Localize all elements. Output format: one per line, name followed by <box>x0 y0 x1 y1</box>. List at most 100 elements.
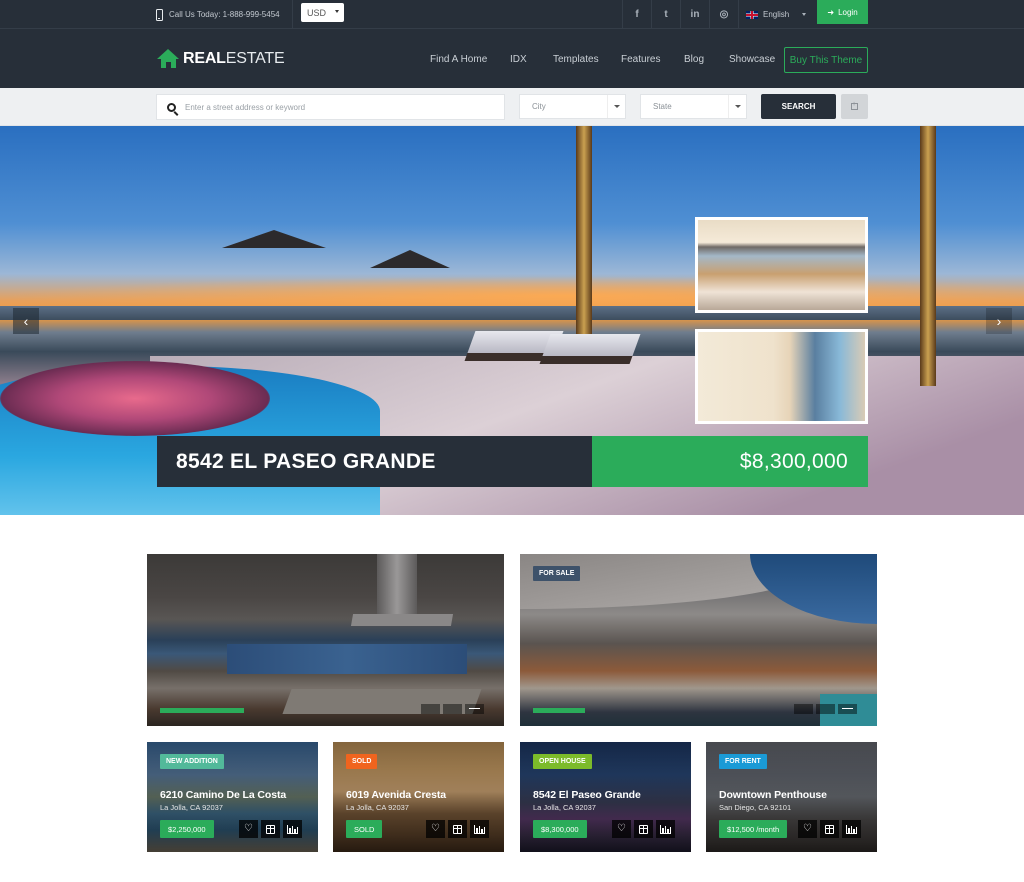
heart-icon: ♡ <box>617 823 626 834</box>
listing-card[interactable]: SOLD 6019 Avenida Cresta La Jolla, CA 92… <box>333 742 504 852</box>
slide-progress-bar <box>533 708 585 713</box>
listing-price: SOLD <box>346 820 383 838</box>
language-value: English <box>763 10 790 19</box>
compare-button[interactable] <box>261 820 280 838</box>
hero-property-title[interactable]: 8542 EL PASEO GRANDE <box>157 436 592 487</box>
slide-dot-active[interactable] <box>465 704 484 714</box>
featured-listing-card[interactable]: FOR SALE <box>520 554 877 726</box>
buy-theme-button[interactable]: Buy This Theme <box>784 47 868 73</box>
linkedin-link[interactable]: in <box>680 0 709 29</box>
plus-square-icon <box>851 101 858 110</box>
bar-chart-icon <box>846 824 857 834</box>
caret-down-icon <box>335 10 339 13</box>
compare-button[interactable] <box>634 820 653 838</box>
grid-icon <box>639 824 648 834</box>
listing-title[interactable]: 8542 El Paseo Grande <box>533 789 641 801</box>
slide-controls <box>794 704 857 714</box>
mobile-phone-icon <box>156 8 163 21</box>
search-button[interactable]: SEARCH <box>761 94 836 119</box>
favorite-button[interactable]: ♡ <box>798 820 817 838</box>
favorite-button[interactable]: ♡ <box>426 820 445 838</box>
stats-button[interactable] <box>470 820 489 838</box>
listing-actions: ♡ <box>612 820 675 838</box>
state-placeholder: State <box>653 102 672 111</box>
grid-icon <box>266 824 275 834</box>
stats-button[interactable] <box>283 820 302 838</box>
twitter-icon: t <box>664 9 668 20</box>
compare-button[interactable] <box>820 820 839 838</box>
currency-value: USD <box>307 7 327 18</box>
listing-card[interactable]: FOR RENT Downtown Penthouse San Diego, C… <box>706 742 877 852</box>
search-icon <box>167 102 176 112</box>
status-badge: SOLD <box>346 754 378 769</box>
featured-listing-card[interactable] <box>147 554 504 726</box>
hero-thumbnail[interactable] <box>695 329 868 424</box>
state-select[interactable]: State <box>640 94 747 119</box>
caret-down-icon <box>607 95 625 118</box>
status-badge: FOR SALE <box>533 566 581 581</box>
listing-location: La Jolla, CA 92037 <box>160 803 223 812</box>
linkedin-icon: in <box>690 9 700 20</box>
house-logo-icon <box>157 49 180 68</box>
listing-card[interactable]: NEW ADDITION 6210 Camino De La Costa La … <box>147 742 318 852</box>
grid-icon <box>453 824 462 834</box>
caret-down-icon <box>802 13 806 16</box>
slide-dot[interactable] <box>816 704 835 714</box>
listing-price: $8,300,000 <box>533 820 587 838</box>
slide-controls <box>421 704 484 714</box>
listing-card[interactable]: OPEN HOUSE 8542 El Paseo Grande La Jolla… <box>520 742 691 852</box>
login-button[interactable]: ➜ Login <box>817 0 868 24</box>
search-input[interactable] <box>185 102 485 112</box>
listing-title[interactable]: 6210 Camino De La Costa <box>160 789 286 801</box>
favorite-button[interactable]: ♡ <box>239 820 258 838</box>
instagram-icon: ◎ <box>719 9 729 20</box>
listing-location: San Diego, CA 92101 <box>719 803 792 812</box>
divider <box>292 0 293 29</box>
listing-location: La Jolla, CA 92037 <box>533 803 596 812</box>
language-select[interactable]: English <box>738 0 816 29</box>
slide-dot-active[interactable] <box>838 704 857 714</box>
nav-blog[interactable]: Blog <box>684 54 704 65</box>
grid-icon <box>825 824 834 834</box>
currency-select[interactable]: USD <box>301 3 344 22</box>
twitter-link[interactable]: t <box>651 0 680 29</box>
nav-showcase[interactable]: Showcase <box>729 54 775 65</box>
search-field[interactable] <box>156 94 505 120</box>
bar-chart-icon <box>660 824 671 834</box>
favorite-button[interactable]: ♡ <box>612 820 631 838</box>
slide-dot[interactable] <box>421 704 440 714</box>
hero-thumbnail[interactable] <box>695 217 868 313</box>
next-slide-button[interactable]: › <box>986 308 1012 334</box>
site-logo[interactable]: REALESTATE <box>157 49 285 68</box>
slide-dot[interactable] <box>794 704 813 714</box>
nav-idx[interactable]: IDX <box>510 54 527 65</box>
bar-chart-icon <box>287 824 298 834</box>
compare-button[interactable] <box>448 820 467 838</box>
stats-button[interactable] <box>656 820 675 838</box>
heart-icon: ♡ <box>803 823 812 834</box>
nav-features[interactable]: Features <box>621 54 660 65</box>
city-select[interactable]: City <box>519 94 626 119</box>
top-strip: Call Us Today: 1-888-999-5454 USD f t in… <box>0 0 1024 29</box>
listing-actions: ♡ <box>798 820 861 838</box>
nav-find-a-home[interactable]: Find A Home <box>430 54 487 65</box>
status-badge: FOR RENT <box>719 754 767 769</box>
slide-dot[interactable] <box>443 704 462 714</box>
instagram-link[interactable]: ◎ <box>709 0 738 29</box>
caret-down-icon <box>728 95 746 118</box>
hero-slider: ‹ › 8542 EL PASEO GRANDE $8,300,000 <box>0 126 1024 515</box>
heart-icon: ♡ <box>244 823 253 834</box>
advanced-search-button[interactable] <box>841 94 868 119</box>
listing-title[interactable]: 6019 Avenida Cresta <box>346 789 446 801</box>
bar-chart-icon <box>474 824 485 834</box>
status-badge: OPEN HOUSE <box>533 754 592 769</box>
slide-progress-bar <box>160 708 244 713</box>
sign-in-icon: ➜ <box>827 7 835 17</box>
facebook-link[interactable]: f <box>622 0 651 29</box>
facebook-icon: f <box>635 9 639 20</box>
prev-slide-button[interactable]: ‹ <box>13 308 39 334</box>
listing-title[interactable]: Downtown Penthouse <box>719 789 827 801</box>
stats-button[interactable] <box>842 820 861 838</box>
nav-templates[interactable]: Templates <box>553 54 599 65</box>
chevron-right-icon: › <box>996 313 1002 329</box>
